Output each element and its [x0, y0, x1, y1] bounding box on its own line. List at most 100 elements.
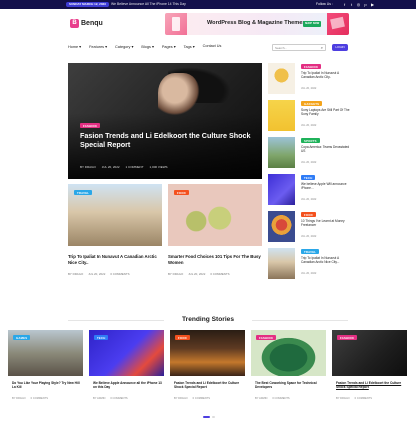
trending-card[interactable]: TECH We Believe Apple Announce all the i…	[89, 330, 164, 408]
trending-title[interactable]: We Believe Apple Announce all the iPhone…	[93, 381, 163, 389]
nav-item-features[interactable]: Features ▾	[89, 44, 107, 49]
instagram-icon[interactable]: ◎	[356, 2, 361, 7]
trending-badge[interactable]: GAMES	[13, 335, 31, 340]
sidebar-badge[interactable]: FOOD	[301, 212, 316, 217]
trending-author[interactable]: BY ADMIN	[93, 397, 105, 400]
banner-shop-button[interactable]: SHOP NOW	[303, 21, 321, 27]
trending-comments[interactable]: 0 COMMENTS	[272, 397, 289, 400]
sidebar-post[interactable]: TRAVEL Trip To Ipaliat In Nunavut A Cana…	[268, 248, 352, 279]
post-card-title[interactable]: Trip To Ipaliat In Nunavut A Canadian Ar…	[68, 254, 162, 265]
post-card-image[interactable]: FOOD	[168, 184, 262, 246]
trending-author[interactable]: BY DRAGO	[12, 397, 26, 400]
hero-author[interactable]: BY DRAGO	[80, 165, 96, 169]
trending-title[interactable]: Do You Like Your Playing Style? Try New …	[12, 381, 82, 389]
trending-title[interactable]: Fasion Trends and Li Edelkoort the Cultu…	[336, 381, 406, 389]
post-card-image[interactable]: TRAVEL	[68, 184, 162, 246]
trending-section: Trending Stories	[0, 316, 416, 323]
sidebar-thumb[interactable]	[268, 174, 295, 205]
sidebar-thumb[interactable]	[268, 248, 295, 279]
trending-image[interactable]: FOOD	[170, 330, 245, 376]
nav-item-contact[interactable]: Contact Us	[203, 44, 222, 49]
post-card-comments[interactable]: 0 COMMENTS	[110, 272, 129, 276]
nav-item-pages[interactable]: Pages ▾	[162, 44, 176, 49]
carousel-dot[interactable]	[212, 416, 215, 418]
hero-title[interactable]: Fasion Trends and Li Edelkoort the Cultu…	[80, 131, 255, 149]
sidebar-title[interactable]: 10 Things I've Learnt at Money Freelance…	[301, 219, 351, 227]
sidebar-badge[interactable]: FASHION	[301, 64, 321, 69]
sidebar-post[interactable]: SPORTS Copa America: Teams Devastated US…	[268, 137, 352, 168]
post-card-badge[interactable]: TRAVEL	[74, 190, 93, 195]
login-button[interactable]: LOGIN	[332, 44, 348, 51]
post-card-comments[interactable]: 0 COMMENTS	[210, 272, 229, 276]
trending-comments[interactable]: 0 COMMENTS	[31, 397, 48, 400]
sidebar-post[interactable]: FASHION Trip To Ipaliat In Nunavut A Can…	[268, 63, 352, 94]
hero-comments[interactable]: 1 COMMENT	[126, 165, 144, 169]
post-card-author[interactable]: BY DRAGO	[68, 272, 83, 276]
sidebar-post[interactable]: GADGETS Sony Laptops Are Still Part Of T…	[268, 100, 352, 131]
trending-comments[interactable]: 0 COMMENTS	[193, 397, 210, 400]
ad-banner[interactable]: WordPress Blog & Magazine Themes SHOP NO…	[165, 13, 349, 35]
nav-item-tags[interactable]: Tags ▾	[184, 44, 195, 49]
sidebar-title[interactable]: We believe Apple Will announce iPhone...	[301, 182, 351, 190]
trending-badge[interactable]: FASHION	[256, 335, 276, 340]
main-nav: Home ▾ Features ▾ Category ▾ Blogs ▾ Pag…	[68, 44, 221, 49]
trending-divider-right	[252, 320, 348, 321]
trending-comments[interactable]: 0 COMMENTS	[110, 397, 127, 400]
trending-author[interactable]: BY DRAGO	[336, 397, 350, 400]
post-card-badge[interactable]: FOOD	[174, 190, 189, 195]
hero-category-badge[interactable]: FASHION	[80, 123, 100, 128]
facebook-icon[interactable]: f	[342, 2, 347, 7]
sidebar-date: JUL 20, 2022	[301, 124, 317, 127]
sidebar-title[interactable]: Trip To Ipaliat In Nunavut A Canadian Ar…	[301, 256, 351, 264]
sidebar-title[interactable]: Sony Laptops Are Still Part Of The Sony …	[301, 108, 351, 116]
trending-card[interactable]: FASHION Fasion Trends and Li Edelkoort t…	[332, 330, 407, 408]
top-bar: SUNDAY MARCH 12, 2023 We Believe Announc…	[0, 0, 416, 9]
sidebar-post[interactable]: FOOD 10 Things I've Learnt at Money Free…	[268, 211, 352, 242]
sidebar-badge[interactable]: SPORTS	[301, 138, 320, 143]
sidebar-title[interactable]: Trip To Ipaliat In Nunavut A Canadian Ar…	[301, 71, 351, 79]
trending-card[interactable]: FASHION The Best Coworking Space for Tec…	[251, 330, 326, 408]
post-card-author[interactable]: BY DRAGO	[168, 272, 183, 276]
carousel-pagination	[203, 416, 215, 418]
trending-badge[interactable]: TECH	[94, 335, 109, 340]
sidebar-badge[interactable]: TRAVEL	[301, 249, 320, 254]
trending-author[interactable]: BY ADMIN	[255, 397, 267, 400]
site-logo[interactable]: B Benqu	[70, 19, 103, 28]
trending-title[interactable]: The Best Coworking Space for Technical D…	[255, 381, 325, 389]
post-card-title[interactable]: Smarter Food Choices 101 Tips For The Bu…	[168, 254, 262, 265]
pinterest-icon[interactable]: p	[363, 2, 368, 7]
sidebar-badge[interactable]: GADGETS	[301, 101, 323, 106]
trending-meta: BY ADMIN 0 COMMENTS	[255, 397, 290, 400]
trending-image[interactable]: FASHION	[251, 330, 326, 376]
hero-post[interactable]: FASHION Fasion Trends and Li Edelkoort t…	[68, 63, 262, 179]
trending-author[interactable]: BY DRAGO	[174, 397, 188, 400]
sidebar-badge[interactable]: TECH	[301, 175, 316, 180]
trending-comments[interactable]: 0 COMMENTS	[355, 397, 372, 400]
trending-card[interactable]: FOOD Fasion Trends and Li Edelkoort the …	[170, 330, 245, 408]
logo-mark: B	[70, 19, 79, 28]
trending-title[interactable]: Fasion Trends and Li Edelkoort the Cultu…	[174, 381, 244, 389]
twitter-icon[interactable]: t	[349, 2, 354, 7]
sidebar-thumb[interactable]	[268, 100, 295, 131]
sidebar-thumb[interactable]	[268, 63, 295, 94]
trending-badge[interactable]: FASHION	[337, 335, 357, 340]
trending-image[interactable]: TECH	[89, 330, 164, 376]
youtube-icon[interactable]: ▶	[370, 2, 375, 7]
sidebar-date: JUL 20, 2022	[301, 235, 317, 238]
logo-name: Benqu	[81, 20, 103, 27]
trending-image[interactable]: GAMES	[8, 330, 83, 376]
sidebar-post[interactable]: TECH We believe Apple Will announce iPho…	[268, 174, 352, 205]
trending-image[interactable]: FASHION	[332, 330, 407, 376]
search-input[interactable]: Search... ⌕	[272, 44, 326, 51]
nav-item-home[interactable]: Home ▾	[68, 44, 81, 49]
trending-card[interactable]: GAMES Do You Like Your Playing Style? Tr…	[8, 330, 83, 408]
search-icon[interactable]: ⌕	[321, 45, 323, 51]
sidebar-title[interactable]: Copa America: Teams Devastated US	[301, 145, 351, 153]
news-ticker[interactable]: We Believe Announce All The iPhone 14 Th…	[111, 1, 186, 8]
carousel-dot-active[interactable]	[203, 416, 210, 418]
nav-item-blogs[interactable]: Blogs ▾	[141, 44, 153, 49]
nav-item-category[interactable]: Category ▾	[115, 44, 133, 49]
sidebar-thumb[interactable]	[268, 211, 295, 242]
sidebar-thumb[interactable]	[268, 137, 295, 168]
trending-badge[interactable]: FOOD	[175, 335, 190, 340]
